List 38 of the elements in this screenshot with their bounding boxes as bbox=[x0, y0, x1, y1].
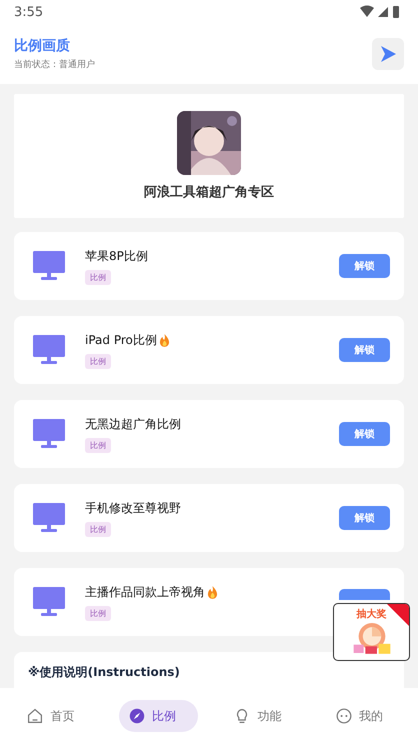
item-tag: 比例 bbox=[85, 270, 111, 284]
user-status: 当前状态：普通用户 bbox=[14, 58, 95, 71]
compass-icon bbox=[128, 708, 145, 724]
item-title: 无黑边超广角比例 bbox=[85, 416, 181, 432]
item-tag: 比例 bbox=[85, 354, 111, 368]
nav-tab[interactable]: 比例 bbox=[118, 700, 198, 732]
item-tag: 比例 bbox=[85, 438, 111, 452]
instructions-title: ※使用说明(Instructions) bbox=[28, 664, 181, 681]
page-title: 比例画质 bbox=[14, 37, 71, 55]
item-tag: 比例 bbox=[85, 522, 111, 536]
monitor-icon bbox=[33, 251, 65, 281]
profile-name: 阿浪工具箱超广角专区 bbox=[144, 184, 274, 201]
monitor-icon bbox=[33, 503, 65, 533]
home-icon bbox=[27, 708, 44, 724]
play-icon bbox=[378, 44, 398, 64]
fire-icon bbox=[207, 586, 218, 598]
item-title: 手机修改至尊视野 bbox=[85, 500, 181, 516]
unlock-button[interactable]: 解锁 bbox=[339, 338, 390, 362]
item-title: 主播作品同款上帝视角 bbox=[85, 584, 205, 600]
promo-banner[interactable]: 抽大奖 bbox=[333, 603, 410, 661]
monitor-icon bbox=[33, 419, 65, 449]
face-icon bbox=[336, 708, 352, 724]
ribbon-icon bbox=[387, 604, 409, 626]
unlock-button[interactable] bbox=[339, 589, 390, 600]
status-time: 3:55 bbox=[14, 4, 44, 20]
item-title: 苹果8P比例 bbox=[85, 248, 148, 264]
unlock-button[interactable]: 解锁 bbox=[339, 506, 390, 530]
monitor-icon bbox=[33, 587, 65, 617]
monitor-icon bbox=[33, 335, 65, 365]
nav-tab[interactable]: 我的 bbox=[326, 700, 401, 732]
item-tag: 比例 bbox=[85, 606, 111, 620]
item-title: iPad Pro比例 bbox=[85, 332, 157, 348]
play-button[interactable] bbox=[372, 38, 404, 70]
unlock-button[interactable]: 解锁 bbox=[339, 254, 390, 278]
fire-icon bbox=[158, 334, 170, 346]
unlock-button[interactable]: 解锁 bbox=[339, 422, 390, 446]
nav-tab[interactable]: 功能 bbox=[224, 700, 300, 732]
nav-tab[interactable]: 首页 bbox=[17, 700, 92, 732]
